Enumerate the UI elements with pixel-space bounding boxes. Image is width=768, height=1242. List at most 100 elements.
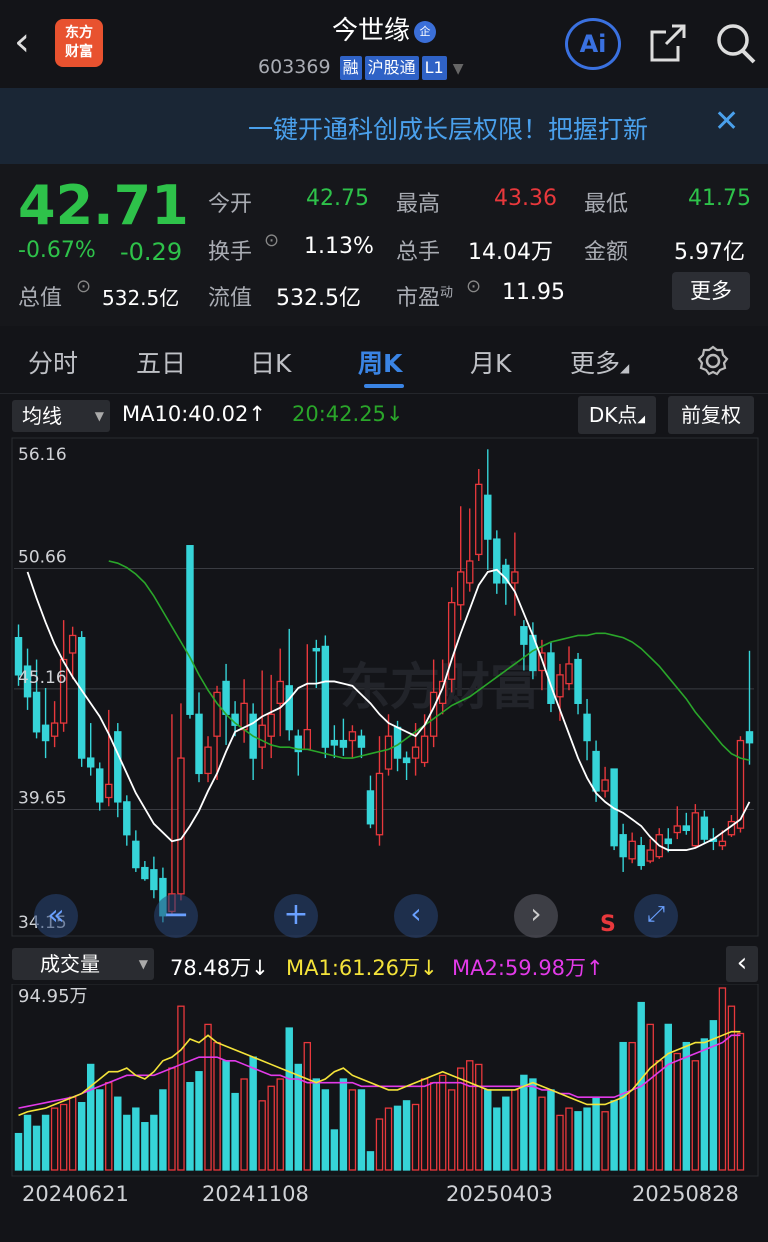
volume-bar — [86, 1063, 95, 1171]
volume-bar — [691, 1060, 700, 1171]
ma20-value: 20:42.25 — [292, 402, 386, 426]
corner-icon: ◢ — [637, 414, 646, 425]
period-tabs: 分时 五日 日K 周K 月K 更多◢ — [0, 326, 768, 394]
gear-icon[interactable] — [696, 344, 730, 378]
chevron-right-icon[interactable]: › — [514, 894, 558, 938]
volume-bar — [105, 1081, 113, 1171]
candle-body — [357, 735, 366, 748]
open-label: 今开 — [208, 192, 253, 217]
share-icon[interactable] — [648, 22, 688, 64]
dk-point-button[interactable]: DK点◢ — [578, 396, 656, 434]
promo-banner[interactable]: 一键开通科创成长层权限！把握打新 ✕ — [0, 88, 768, 164]
candle-body — [592, 750, 600, 792]
candle-body — [673, 825, 682, 834]
volume-bar — [249, 1056, 257, 1171]
volume-bar — [348, 1089, 357, 1171]
volume-bar — [168, 1067, 176, 1171]
candle-body — [411, 746, 420, 759]
price-tick: 56.16 — [18, 445, 67, 465]
tab-monthly[interactable]: 月K — [470, 344, 511, 380]
candle-body — [132, 840, 140, 869]
collapse-icon[interactable]: ‹ — [726, 946, 758, 982]
chevron-left-icon[interactable]: ‹ — [394, 894, 438, 938]
volume-bar — [330, 1129, 339, 1171]
pe-dynamic: 动 — [440, 285, 454, 301]
tag-connect: 沪股通 — [364, 56, 419, 80]
volume-bar — [195, 1071, 203, 1171]
volume-bar — [50, 1107, 59, 1171]
amount-label: 金额 — [584, 240, 629, 265]
volume-bar — [375, 1118, 384, 1171]
candle-body — [258, 724, 266, 748]
more-button[interactable]: 更多 — [672, 272, 750, 310]
candle-body — [177, 757, 185, 895]
low-label: 最低 — [584, 192, 629, 217]
corner-icon: ◢ — [620, 361, 630, 375]
stock-subline: 603369 融沪股通 L1 ▼ — [258, 56, 464, 80]
open-value: 42.75 — [306, 186, 369, 211]
active-tab-indicator — [364, 384, 404, 388]
vol-ma1-readout: MA1:61.26万↓ — [286, 952, 438, 982]
volume-bar — [592, 1096, 600, 1171]
volume-bar — [68, 1096, 77, 1171]
current-price: 42.71 — [18, 174, 189, 237]
volume-bar — [384, 1107, 393, 1171]
info-icon[interactable]: ⊙ — [466, 276, 481, 297]
ai-button[interactable]: Ai — [565, 18, 621, 70]
rewind-icon[interactable]: « — [34, 894, 78, 938]
candle-body — [583, 713, 591, 742]
candle-body — [114, 731, 122, 803]
tab-five-day[interactable]: 五日 — [136, 344, 186, 380]
candle-body — [601, 779, 609, 792]
volume-bar — [619, 1041, 627, 1171]
volume-bar — [700, 1038, 709, 1171]
candle-body — [664, 838, 672, 845]
volume-bar — [601, 1111, 609, 1171]
ma20-readout: 20:42.25↓ — [292, 402, 404, 426]
info-icon[interactable]: ⊙ — [76, 276, 91, 297]
candle-body — [402, 757, 411, 764]
candle-body — [339, 739, 348, 748]
kline-chart[interactable]: 东方财富 56.1650.6645.1639.6534.15 « − + ‹ ›… — [0, 434, 768, 944]
volume-bar — [285, 1027, 293, 1171]
zoom-out-icon[interactable]: − — [154, 894, 198, 938]
volume-bar — [59, 1103, 68, 1171]
volume-bar — [276, 1078, 284, 1171]
chevron-down-icon[interactable]: ▼ — [453, 61, 464, 77]
adjust-button[interactable]: 前复权 — [668, 396, 754, 434]
stock-name: 今世缘 — [331, 16, 410, 46]
tab-weekly[interactable]: 周K — [358, 344, 402, 380]
candle-body — [475, 483, 483, 556]
volume-bar — [447, 1089, 456, 1171]
close-icon[interactable]: ✕ — [714, 104, 739, 139]
volume-bar — [727, 1005, 736, 1171]
ma-select-label: 均线 — [22, 404, 62, 428]
volume-bar — [186, 1081, 194, 1171]
volume-chart[interactable]: 94.95万 — [0, 983, 768, 1180]
volume-bar — [520, 1074, 528, 1171]
search-icon[interactable] — [714, 20, 758, 66]
quote-panel: 42.71 -0.67% -0.29 总值 ⊙ 532.5亿 今开 42.75 … — [0, 164, 768, 326]
fullscreen-icon[interactable]: ⤢ — [634, 894, 678, 938]
candle-body — [429, 691, 438, 737]
high-value: 43.36 — [494, 186, 557, 211]
volume-value: 14.04万 — [468, 240, 553, 265]
candle-body — [493, 538, 501, 584]
volume-bar — [646, 1023, 654, 1171]
volume-select[interactable]: 成交量 ▼ — [12, 948, 154, 980]
volume-bar — [718, 987, 727, 1171]
tab-daily[interactable]: 日K — [250, 344, 291, 380]
volume-bar — [213, 1041, 221, 1171]
info-icon[interactable]: ⊙ — [264, 230, 279, 251]
zoom-in-icon[interactable]: + — [274, 894, 318, 938]
ma-select[interactable]: 均线 ▼ — [12, 400, 110, 432]
candle-body — [718, 840, 727, 847]
candle-body — [619, 834, 627, 858]
tab-more[interactable]: 更多◢ — [570, 344, 629, 380]
candle-body — [285, 685, 293, 731]
turnover-label: 换手 — [208, 240, 253, 265]
vol-ma2-readout: MA2:59.98万↑ — [452, 952, 604, 982]
tab-intraday[interactable]: 分时 — [28, 344, 78, 380]
candle-body — [267, 713, 275, 737]
candle-body — [574, 658, 582, 704]
